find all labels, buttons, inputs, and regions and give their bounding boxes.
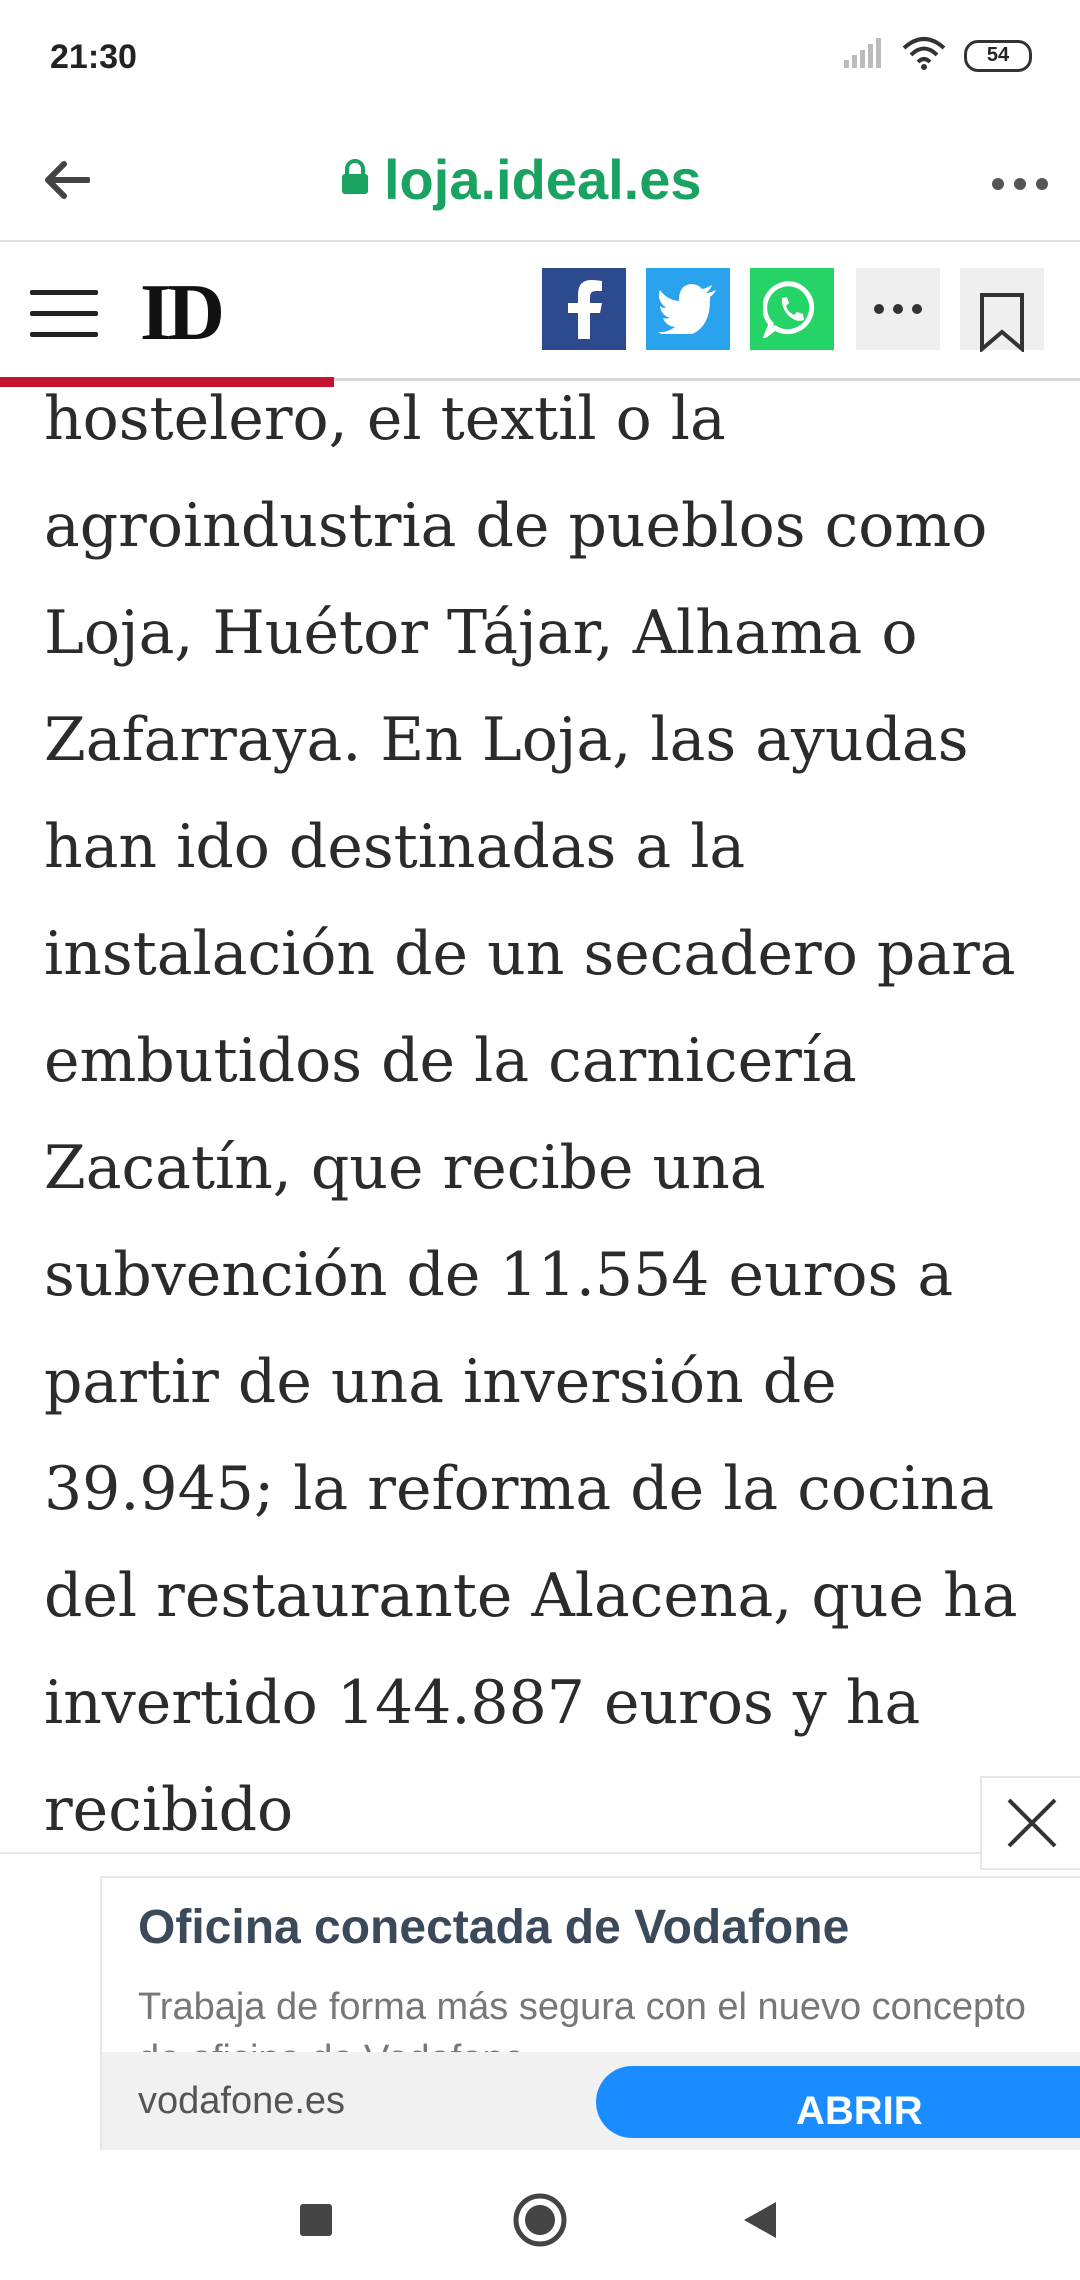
address-bar[interactable]: loja.ideal.es: [340, 144, 702, 214]
signal-icon: [842, 38, 884, 73]
more-share-button[interactable]: [856, 268, 940, 350]
hamburger-menu-icon[interactable]: [30, 290, 98, 340]
browser-toolbar: loja.ideal.es: [0, 120, 1080, 242]
article-paragraph: hostelero, el textil o la agroindustria …: [44, 384, 1018, 1845]
ad-title: Oficina conectada de Vodafone: [138, 1901, 850, 1954]
back-triangle-icon: [744, 2202, 776, 2238]
url-text: loja.ideal.es: [384, 147, 702, 211]
ad-close-button[interactable]: [980, 1776, 1080, 1870]
recents-icon: [300, 2204, 332, 2236]
more-vert-icon: [992, 178, 1048, 190]
ad-open-button[interactable]: ABRIR: [596, 2066, 1080, 2138]
facebook-share-button[interactable]: [542, 268, 626, 350]
whatsapp-icon: [763, 281, 815, 338]
lock-icon: [340, 158, 370, 200]
twitter-icon: [658, 284, 716, 334]
home-icon: [513, 2193, 567, 2247]
status-time: 21:30: [50, 38, 137, 76]
system-nav-bar: [0, 2150, 1080, 2280]
facebook-icon: [568, 280, 602, 339]
ad-card[interactable]: Oficina conectada de Vodafone Trabaja de…: [100, 1876, 1080, 2152]
more-horiz-icon: [874, 304, 922, 314]
article-body: hostelero, el textil o la agroindustria …: [0, 380, 1080, 1850]
ad-footer: vodafone.es ABRIR: [102, 2052, 1080, 2150]
bookmark-button[interactable]: [960, 268, 1044, 352]
twitter-share-button[interactable]: [646, 268, 730, 350]
whatsapp-share-button[interactable]: [750, 268, 834, 350]
ad-domain: vodafone.es: [138, 2080, 346, 2122]
site-logo[interactable]: ID: [140, 268, 225, 359]
recents-button[interactable]: [286, 2190, 346, 2250]
wifi-icon: [902, 36, 946, 75]
home-button[interactable]: [510, 2190, 570, 2250]
back-button[interactable]: [36, 150, 96, 210]
close-icon: [1007, 1798, 1057, 1848]
back-nav-button[interactable]: [730, 2190, 790, 2250]
bookmark-icon: [980, 293, 1024, 352]
browser-menu-button[interactable]: [990, 154, 1050, 214]
battery-icon: 54: [964, 39, 1032, 72]
status-icons: 54: [842, 36, 1032, 75]
ad-description: Trabaja de forma más segura con el nuevo…: [138, 1986, 1026, 2028]
status-bar: 21:30 54: [0, 0, 1080, 120]
back-arrow-icon: [45, 161, 90, 199]
